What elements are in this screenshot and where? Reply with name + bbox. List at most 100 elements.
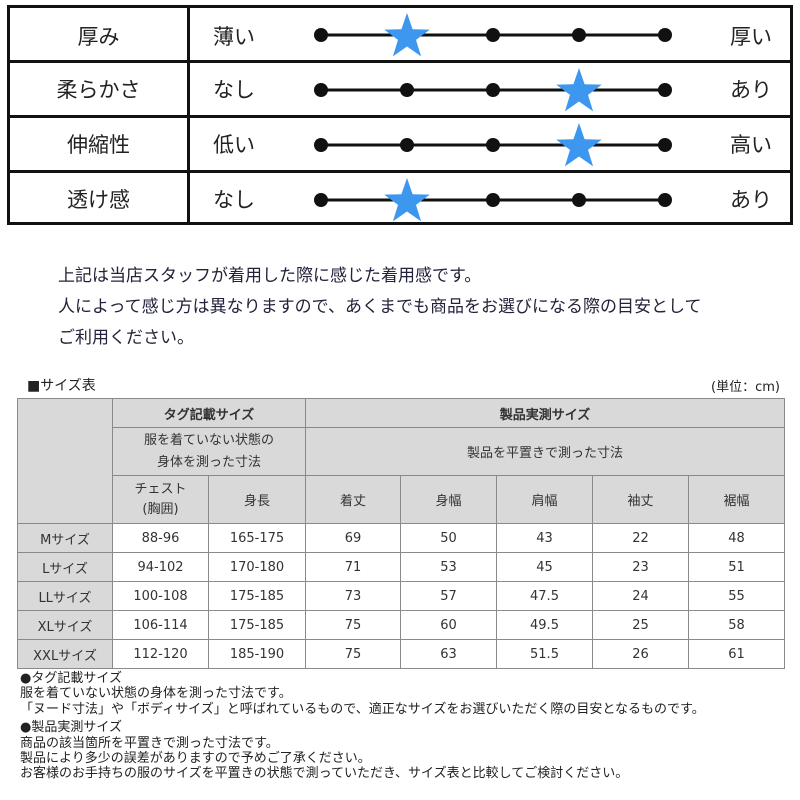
footnote-heading: ●製品実測サイズ (20, 720, 122, 736)
note-line: 上記は当店スタッフが着用した際に感じた着用感です。 (58, 266, 482, 286)
footnote-line: お客様のお手持ちの服のサイズを平置きの状態で測っていただき、サイズ表と比較してご… (20, 766, 629, 782)
rating-scale (314, 68, 672, 112)
size-row: XLサイズ 106-114 175-185 75 60 49.5 25 58 (17, 610, 785, 640)
column-header-body-width: 身幅 (400, 475, 497, 524)
column-header-text: チェスト (134, 481, 187, 497)
size-value-cell-length: 71 (305, 552, 401, 582)
size-value-cell-sleeve: 25 (592, 610, 689, 640)
scale-dot (658, 138, 672, 152)
size-value-cell-length: 69 (305, 523, 401, 553)
size-value-cell-sleeve: 24 (592, 581, 689, 611)
size-value-cell-shoulder: 51.5 (496, 639, 593, 669)
size-name-cell: Lサイズ (17, 552, 113, 582)
rating-row-softness: 柔らかさ なし あり (10, 60, 790, 115)
size-value-cell-hem: 51 (688, 552, 785, 582)
scale-dot (400, 83, 414, 97)
size-value-cell-height: 185-190 (208, 639, 306, 669)
size-row: Mサイズ 88-96 165-175 69 50 43 22 48 (17, 523, 785, 553)
size-value-cell-chest: 112-120 (112, 639, 209, 669)
size-value-cell-height: 175-185 (208, 610, 306, 640)
scale-dot (486, 193, 500, 207)
wear-feel-note: 上記は当店スタッフが着用した際に感じた着用感です。 人によって感じ方は異なります… (58, 261, 701, 354)
size-value-cell-sleeve: 26 (592, 639, 689, 669)
tag-size-header: タグ記載サイズ (112, 398, 306, 428)
size-header-corner (17, 398, 113, 524)
size-row: Lサイズ 94-102 170-180 71 53 45 23 51 (17, 552, 785, 582)
scale-dot (658, 193, 672, 207)
size-value-cell-hem: 58 (688, 610, 785, 640)
size-table: タグ記載サイズ 製品実測サイズ 服を着ていない状態の 身体を測った寸法 製品を平… (17, 398, 785, 669)
size-value-cell-body-width: 53 (400, 552, 497, 582)
rating-max-label: あり (730, 78, 772, 102)
size-name-cell: XXLサイズ (17, 639, 113, 669)
scale-dot (486, 138, 500, 152)
size-table-unit: (単位：cm) (711, 380, 780, 395)
size-value-cell-hem: 48 (688, 523, 785, 553)
footnote-line: 「ヌード寸法」や「ボディサイズ」と呼ばれているもので、適正なサイズをお選びいただ… (20, 701, 705, 717)
size-value-cell-shoulder: 47.5 (496, 581, 593, 611)
size-footnotes: ●タグ記載サイズ 服を着ていない状態の身体を測った寸法です。 「ヌード寸法」や「… (20, 671, 705, 782)
fabric-rating-table: 厚み 薄い 厚い 柔らかさ なし あり 伸縮性 低い 高い 透け感 なし あり (7, 5, 793, 225)
size-table-title: ■サイズ表 (27, 378, 96, 394)
column-header-sleeve: 袖丈 (592, 475, 689, 524)
rating-star-icon (556, 123, 602, 167)
footnote-heading: ●タグ記載サイズ (20, 671, 122, 686)
size-value-cell-length: 73 (305, 581, 401, 611)
scale-dot (486, 28, 500, 42)
scale-dot (486, 83, 500, 97)
rating-max-label: あり (730, 188, 772, 212)
rating-row-transparency: 透け感 なし あり (10, 170, 790, 225)
column-header-hem: 裾幅 (688, 475, 785, 524)
scale-dot (314, 83, 328, 97)
note-line: 人によって感じ方は異なりますので、あくまでも商品をお選びになる際の目安として (58, 297, 702, 317)
size-row: XXLサイズ 112-120 185-190 75 63 51.5 26 61 (17, 639, 785, 669)
size-value-cell-height: 170-180 (208, 552, 306, 582)
size-value-cell-shoulder: 43 (496, 523, 593, 553)
rating-scale (314, 123, 672, 167)
product-size-description: 製品を平置きで測った寸法 (305, 427, 785, 476)
rating-star-icon (556, 68, 602, 112)
size-value-cell-sleeve: 22 (592, 523, 689, 553)
rating-star-icon (384, 13, 430, 57)
size-value-cell-sleeve: 23 (592, 552, 689, 582)
scale-dot (314, 193, 328, 207)
size-value-cell-height: 175-185 (208, 581, 306, 611)
size-name-cell: XLサイズ (17, 610, 113, 640)
rating-scale (314, 178, 672, 222)
size-row: LLサイズ 100-108 175-185 73 57 47.5 24 55 (17, 581, 785, 611)
size-value-cell-length: 75 (305, 639, 401, 669)
size-value-cell-body-width: 60 (400, 610, 497, 640)
size-value-cell-body-width: 57 (400, 581, 497, 611)
column-header-subtext: (胸囲) (142, 501, 179, 517)
size-value-cell-hem: 55 (688, 581, 785, 611)
size-value-cell-chest: 88-96 (112, 523, 209, 553)
size-value-cell-length: 75 (305, 610, 401, 640)
note-line: ご利用ください。 (58, 328, 194, 348)
column-header-length: 着丈 (305, 475, 401, 524)
scale-dot (314, 138, 328, 152)
scale-dot (400, 138, 414, 152)
rating-star-icon (384, 178, 430, 222)
scale-dot (658, 83, 672, 97)
tag-size-description: 服を着ていない状態の 身体を測った寸法 (112, 427, 306, 476)
product-size-header: 製品実測サイズ (305, 398, 785, 428)
size-value-cell-chest: 106-114 (112, 610, 209, 640)
tag-size-desc-line: 身体を測った寸法 (156, 454, 261, 470)
footnote-line: 製品により多少の誤差がありますので予めご了承ください。 (20, 751, 371, 767)
column-header-shoulder: 肩幅 (496, 475, 593, 524)
column-header-height: 身長 (208, 475, 306, 524)
scale-dot (658, 28, 672, 42)
column-header-chest: チェスト (胸囲) (112, 475, 209, 524)
size-value-cell-shoulder: 49.5 (496, 610, 593, 640)
size-value-cell-body-width: 63 (400, 639, 497, 669)
size-value-cell-hem: 61 (688, 639, 785, 669)
size-value-cell-shoulder: 45 (496, 552, 593, 582)
rating-row-thickness: 厚み 薄い 厚い (10, 8, 790, 63)
size-value-cell-height: 165-175 (208, 523, 306, 553)
rating-scale (314, 13, 672, 57)
scale-dot (314, 28, 328, 42)
rating-max-label: 厚い (730, 24, 772, 49)
size-value-cell-chest: 94-102 (112, 552, 209, 582)
scale-dot (572, 28, 586, 42)
size-name-cell: LLサイズ (17, 581, 113, 611)
